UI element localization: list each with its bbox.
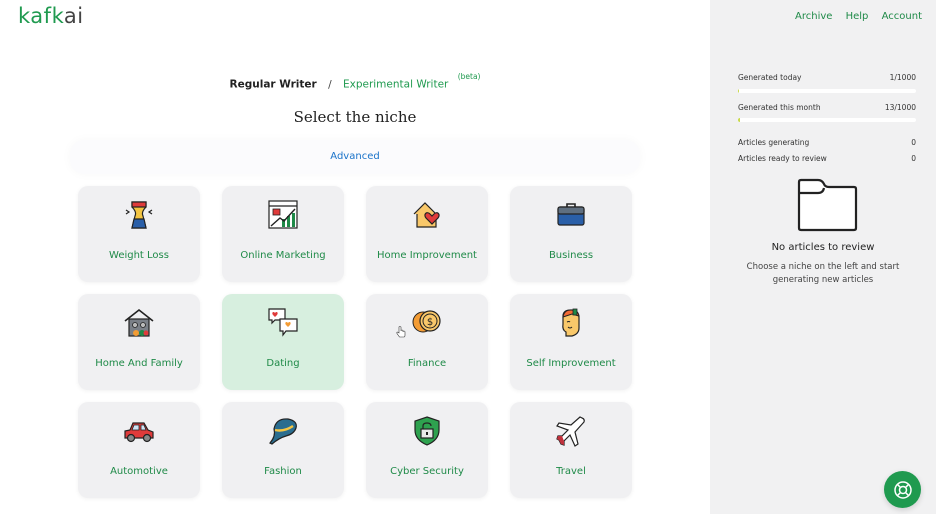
niche-label: Dating — [266, 358, 300, 369]
regular-writer-link[interactable]: Regular Writer — [230, 79, 317, 91]
niche-label: Automotive — [110, 466, 168, 477]
stat-value: 13/1000 — [884, 103, 916, 112]
main-panel: kafkai Regular Writer / Experimental Wri… — [0, 0, 710, 514]
niche-card-fashion[interactable]: Fashion — [222, 402, 344, 498]
niche-card-home-and-family[interactable]: Home And Family — [78, 294, 200, 390]
head-icon — [510, 306, 632, 340]
niche-grid: Weight Loss Online Marketing Home Improv… — [78, 186, 632, 498]
kafkai-logo[interactable]: kafkai — [18, 4, 84, 28]
stat-generated-today: Generated today 1/1000 — [738, 73, 916, 82]
niche-card-online-marketing[interactable]: Online Marketing — [222, 186, 344, 282]
nav-help-link[interactable]: Help — [846, 11, 869, 22]
stat-value: 1/1000 — [889, 73, 916, 82]
experimental-writer-link[interactable]: Experimental Writer — [343, 79, 448, 91]
logo-text-3: ai — [63, 4, 84, 28]
niche-label: Cyber Security — [390, 466, 464, 477]
house-heart-icon — [366, 198, 488, 232]
niche-card-weight-loss[interactable]: Weight Loss — [78, 186, 200, 282]
stat-generated-month: Generated this month 13/1000 — [738, 103, 916, 112]
nav-archive-link[interactable]: Archive — [795, 11, 832, 22]
niche-label: Online Marketing — [240, 250, 326, 261]
niche-card-dating[interactable]: Dating — [222, 294, 344, 390]
stat-label: Generated today — [738, 73, 802, 82]
folder-icon — [797, 178, 858, 232]
stat-label: Generated this month — [738, 103, 821, 112]
progress-fill — [738, 118, 741, 122]
logo-text-2: k — [51, 4, 64, 28]
nav-account-link[interactable]: Account — [882, 11, 922, 22]
niche-label: Home Improvement — [377, 250, 477, 261]
niche-label: Self Improvement — [526, 358, 616, 369]
lifebuoy-icon — [893, 480, 912, 499]
niche-card-finance[interactable]: $ Finance — [366, 294, 488, 390]
writer-separator: / — [328, 78, 332, 91]
marketing-chart-icon — [222, 198, 344, 232]
progress-fill — [738, 89, 740, 93]
car-icon — [78, 414, 200, 448]
briefcase-icon — [510, 198, 632, 232]
empty-state-title: No articles to review — [771, 242, 875, 253]
top-nav: Archive Help Account — [785, 11, 922, 22]
empty-state-subtitle: Choose a niche on the left and start gen… — [746, 262, 900, 285]
shield-lock-icon — [366, 414, 488, 448]
page-title: Select the niche — [293, 108, 417, 126]
stat-label: Articles ready to review — [738, 154, 827, 163]
support-button[interactable] — [884, 471, 921, 508]
niche-card-business[interactable]: Business — [510, 186, 632, 282]
logo-text-1: kaf — [18, 4, 52, 28]
niche-label: Weight Loss — [109, 250, 169, 261]
niche-card-travel[interactable]: Travel — [510, 402, 632, 498]
writer-switch: Regular Writer / Experimental Writer (be… — [0, 72, 710, 91]
stat-articles-ready: Articles ready to review 0 — [738, 154, 916, 163]
airplane-icon — [510, 414, 632, 448]
stat-value: 0 — [911, 154, 916, 163]
niche-label: Fashion — [264, 466, 302, 477]
stat-articles-generating: Articles generating 0 — [738, 138, 916, 147]
family-house-icon — [78, 306, 200, 340]
niche-card-automotive[interactable]: Automotive — [78, 402, 200, 498]
niche-label: Business — [548, 250, 594, 261]
hand-cursor-icon — [396, 326, 406, 338]
sidebar: Archive Help Account Generated today 1/1… — [710, 0, 936, 514]
niche-label: Finance — [407, 358, 447, 369]
stat-label: Articles generating — [738, 138, 810, 147]
advanced-link[interactable]: Advanced — [0, 151, 710, 162]
coins-icon: $ — [366, 306, 488, 340]
niche-card-self-improvement[interactable]: Self Improvement — [510, 294, 632, 390]
beta-badge: (beta) — [457, 72, 481, 81]
svg-text:$: $ — [427, 317, 433, 328]
niche-label: Travel — [556, 466, 586, 477]
chat-hearts-icon — [222, 306, 344, 340]
stat-value: 0 — [911, 138, 916, 147]
progress-generated-today — [738, 89, 916, 93]
hat-icon — [222, 414, 344, 448]
niche-card-cyber-security[interactable]: Cyber Security — [366, 402, 488, 498]
progress-generated-month — [738, 118, 916, 122]
waist-icon — [78, 198, 200, 232]
niche-label: Home And Family — [95, 358, 183, 369]
niche-card-home-improvement[interactable]: Home Improvement — [366, 186, 488, 282]
